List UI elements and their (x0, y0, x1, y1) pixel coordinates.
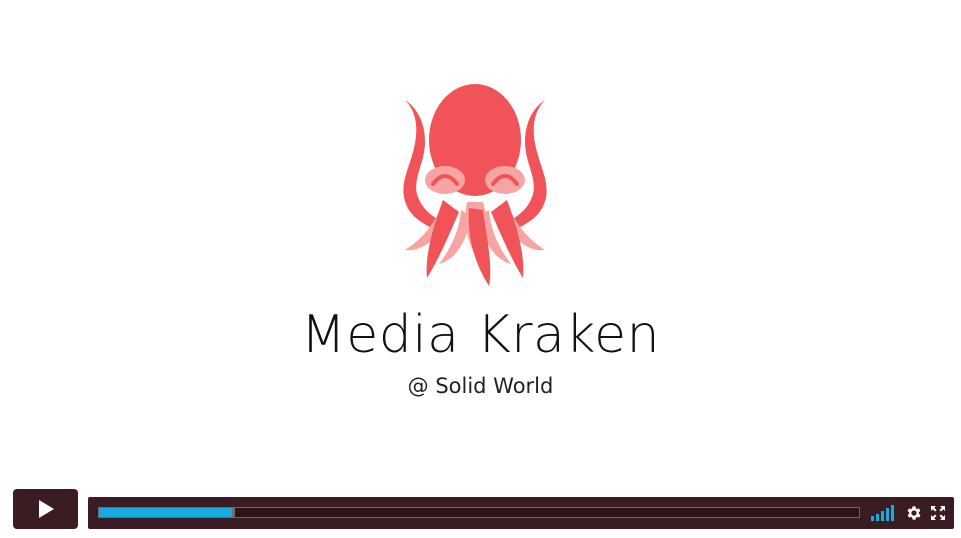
progress-bar[interactable] (98, 507, 860, 518)
volume-bar (876, 514, 879, 521)
slide-title: Media Kraken (300, 305, 661, 365)
progress-played (99, 508, 232, 517)
octopus-logo-icon (403, 84, 547, 286)
volume-bar (871, 516, 874, 521)
gear-icon[interactable] (905, 504, 923, 522)
volume-bar (881, 511, 884, 521)
control-bar (88, 497, 954, 529)
volume-bar (891, 505, 894, 521)
fullscreen-icon[interactable] (930, 505, 946, 521)
video-player[interactable]: Media Kraken @ Solid World (0, 0, 961, 538)
play-button[interactable] (13, 489, 78, 529)
play-icon (38, 500, 54, 518)
slide-subtitle: @ Solid World (407, 374, 554, 398)
volume-bar (886, 508, 889, 521)
volume-bars-icon[interactable] (871, 505, 897, 521)
